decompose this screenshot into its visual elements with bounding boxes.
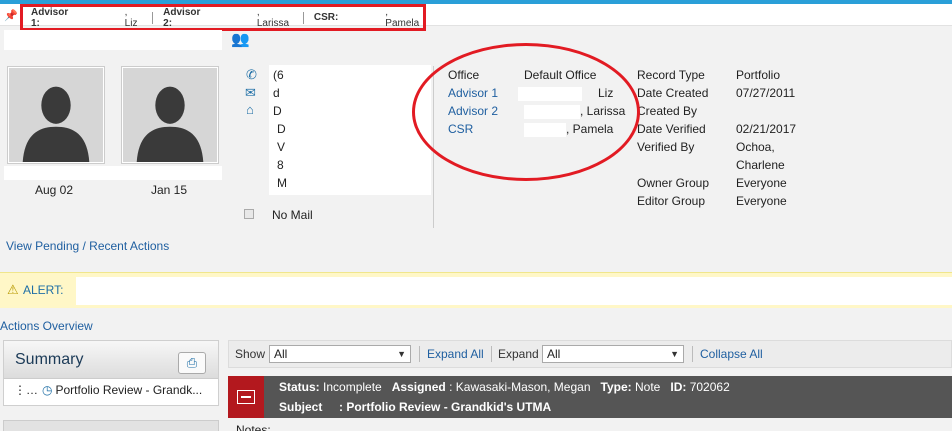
- verified-by-value: Ochoa,: [736, 140, 775, 154]
- editor-group-value: Everyone: [736, 194, 787, 208]
- id-value: 702062: [689, 380, 730, 394]
- verified-by-value: Charlene: [736, 158, 785, 172]
- divider: [692, 346, 693, 362]
- printer-icon: ⎙: [186, 355, 198, 370]
- summary-panel: Summary ⎙ ⋮… ◷ Portfolio Review - Grandk..…: [3, 340, 219, 406]
- clock-icon: ◷: [42, 383, 53, 397]
- minus-icon: [237, 390, 255, 404]
- redacted-name-box: [4, 30, 222, 50]
- contact-email[interactable]: d: [273, 86, 280, 100]
- date-verified-value: 02/21/2017: [736, 122, 797, 136]
- pin-icon[interactable]: 📌: [4, 9, 18, 22]
- alert-bar: ⚠ ALERT:: [0, 272, 952, 308]
- address-line: 8: [277, 158, 284, 172]
- contact-phone[interactable]: (6: [273, 68, 284, 82]
- address-line: D: [273, 104, 282, 118]
- redacted-field: [212, 11, 257, 24]
- warning-icon: ⚠: [7, 282, 19, 297]
- mail-icon: ✉: [245, 85, 256, 100]
- show-label: Show: [235, 347, 266, 361]
- collapsed-panel[interactable]: [3, 420, 219, 431]
- owner-group-value: Everyone: [736, 176, 787, 190]
- show-select-value: All: [274, 347, 288, 361]
- strip-csr-value: , Pamela: [385, 6, 420, 29]
- chevron-down-icon: ▼: [397, 349, 406, 359]
- record-type-label: Record Type: [637, 68, 705, 82]
- summary-title: Summary: [15, 351, 84, 368]
- status-value: Incomplete: [323, 380, 382, 394]
- task-header[interactable]: Status: Incomplete Assigned : Kawasaki-M…: [228, 376, 952, 418]
- strip-csr-label: CSR:: [313, 12, 339, 23]
- avatar[interactable]: [8, 67, 104, 163]
- show-select[interactable]: All ▼: [269, 345, 411, 363]
- tree-connector-icon: ⋮…: [14, 383, 38, 397]
- redacted-field: [80, 11, 125, 24]
- date-created-value: 07/27/2011: [736, 86, 796, 100]
- address-line: V: [277, 140, 286, 154]
- actions-overview-title: Actions Overview: [0, 319, 93, 333]
- person-silhouette-icon: [123, 68, 217, 162]
- photo-date: Jan 15: [151, 183, 188, 197]
- alert-label: ALERT:: [23, 283, 64, 297]
- id-label: ID:: [670, 380, 687, 394]
- summary-header: Summary ⎙: [4, 341, 218, 379]
- divider: [302, 11, 304, 24]
- print-button[interactable]: ⎙: [178, 352, 206, 374]
- tree-item[interactable]: ⋮… ◷ Portfolio Review - Grandk...: [14, 383, 202, 397]
- advisor-strip: 📌 Advisor 1: , Liz Advisor 2: , Larissa …: [0, 4, 952, 31]
- expand-select-value: All: [547, 347, 561, 361]
- home-icon: ⌂: [246, 102, 254, 117]
- phone-icon: ✆: [246, 67, 257, 82]
- strip-advisor1-label: Advisor 1:: [31, 6, 69, 29]
- record-type-value: Portfolio: [736, 68, 781, 82]
- tree-item-label: Portfolio Review - Grandk...: [55, 383, 203, 397]
- verified-by-label: Verified By: [637, 140, 695, 154]
- type-value: Note: [634, 380, 661, 394]
- people-icon[interactable]: 👥: [231, 30, 250, 48]
- type-label: Type:: [600, 380, 632, 394]
- no-mail-checkbox[interactable]: [244, 209, 254, 219]
- strip-advisor2-label: Advisor 2:: [163, 6, 201, 29]
- no-mail-label: No Mail: [272, 208, 313, 222]
- task-subject-row: Subject : Portfolio Review - Grandkid's …: [279, 400, 551, 414]
- strip-advisor1-value: , Liz: [124, 6, 138, 29]
- notes-label: Notes:: [236, 423, 271, 431]
- divider: [152, 11, 154, 24]
- photo-date: Aug 02: [35, 183, 74, 197]
- owner-group-label: Owner Group: [637, 176, 710, 190]
- view-pending-link[interactable]: View Pending / Recent Actions: [6, 239, 169, 253]
- status-label: Status:: [279, 380, 320, 394]
- created-by-label: Created By: [637, 104, 698, 118]
- redacted-contact-panel: [269, 65, 431, 195]
- clipped-row: [0, 261, 952, 271]
- divider: [419, 346, 420, 362]
- date-verified-label: Date Verified: [637, 122, 706, 136]
- redacted-photo-name: [4, 166, 222, 180]
- task-status-row: Status: Incomplete Assigned : Kawasaki-M…: [279, 380, 730, 394]
- highlight-ellipse: [412, 43, 640, 181]
- divider: [491, 346, 492, 362]
- expand-label: Expand: [498, 347, 539, 361]
- strip-advisor2-value: , Larissa: [256, 6, 290, 29]
- collapse-toggle-button[interactable]: [228, 376, 264, 418]
- advisor-highlight-box: Advisor 1: , Liz Advisor 2: , Larissa CS…: [20, 4, 426, 31]
- subject-value: : Portfolio Review - Grandkid's UTMA: [339, 400, 552, 414]
- alert-field[interactable]: [76, 277, 952, 305]
- collapse-all-link[interactable]: Collapse All: [700, 347, 763, 361]
- address-line: D: [277, 122, 286, 136]
- chevron-down-icon: ▼: [670, 349, 679, 359]
- expand-all-link[interactable]: Expand All: [427, 347, 484, 361]
- person-silhouette-icon: [9, 68, 103, 162]
- actions-toolbar: Show All ▼ Expand All Expand All ▼ Colla…: [228, 340, 952, 368]
- address-line: M: [277, 176, 287, 190]
- editor-group-label: Editor Group: [637, 194, 706, 208]
- subject-label: Subject: [279, 400, 323, 414]
- date-created-label: Date Created: [637, 86, 709, 100]
- avatar[interactable]: [122, 67, 218, 163]
- redacted-field: [341, 11, 386, 24]
- assigned-value: : Kawasaki-Mason, Megan: [449, 380, 591, 394]
- expand-select[interactable]: All ▼: [542, 345, 684, 363]
- assigned-label: Assigned: [391, 380, 446, 394]
